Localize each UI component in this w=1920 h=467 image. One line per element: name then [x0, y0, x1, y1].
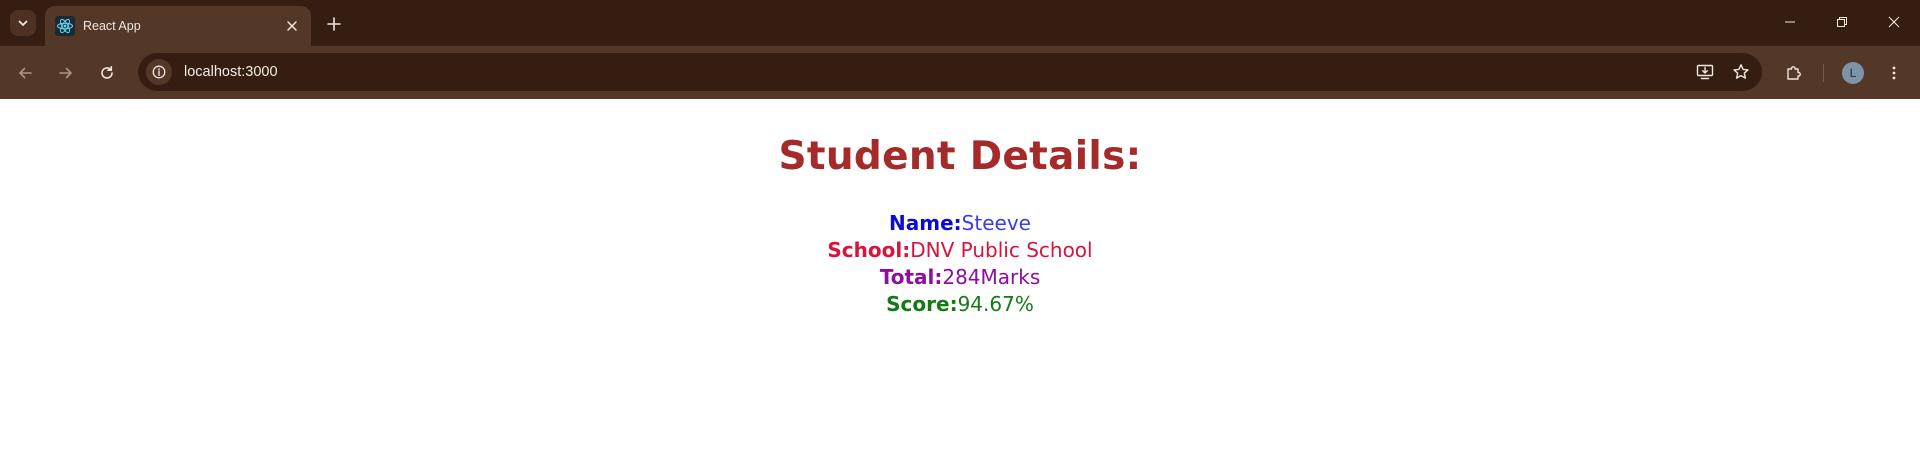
arrow-right-icon [59, 67, 72, 79]
install-app-icon[interactable] [1690, 57, 1720, 87]
total-value: 284Marks [942, 265, 1041, 289]
school-label: School: [827, 238, 911, 262]
close-icon[interactable] [281, 15, 303, 37]
score-label: Score: [886, 292, 958, 316]
name-value: Steeve [961, 211, 1031, 235]
restore-icon [1837, 17, 1847, 27]
new-tab-button[interactable] [322, 12, 346, 36]
restore-button[interactable] [1816, 0, 1868, 44]
tab-title: React App [83, 19, 141, 33]
kebab-menu-icon [1892, 66, 1896, 80]
info-icon[interactable] [146, 59, 172, 85]
page-content: Student Details: Name:Steeve School:DNV … [0, 99, 1920, 467]
browser-chrome: React App localhost:3000 L [0, 0, 1920, 99]
chevron-down-icon [18, 20, 28, 26]
page-title: Student Details: [778, 134, 1142, 179]
arrow-left-icon [19, 67, 32, 79]
toolbar-divider [1823, 64, 1824, 82]
extensions-button[interactable] [1780, 59, 1808, 87]
address-bar[interactable]: localhost:3000 [138, 53, 1762, 91]
back-button[interactable] [11, 59, 39, 87]
school-row: School:DNV Public School [0, 237, 1920, 264]
plus-icon [327, 17, 341, 31]
name-row: Name:Steeve [0, 210, 1920, 237]
score-row: Score:94.67% [0, 291, 1920, 318]
star-icon[interactable] [1726, 57, 1756, 87]
tab-strip: React App [0, 0, 1920, 46]
total-label: Total: [879, 265, 943, 289]
tab-search-button[interactable] [10, 10, 36, 36]
name-label: Name: [889, 211, 962, 235]
reload-button[interactable] [93, 59, 121, 87]
react-logo-icon [55, 16, 75, 36]
forward-button[interactable] [52, 59, 80, 87]
puzzle-icon [1787, 66, 1801, 80]
url-text[interactable]: localhost:3000 [184, 64, 1690, 80]
reload-icon [101, 66, 113, 79]
close-window-button[interactable] [1868, 0, 1920, 44]
profile-button[interactable]: L [1839, 59, 1867, 87]
menu-button[interactable] [1880, 59, 1908, 87]
close-icon [1888, 16, 1900, 28]
toolbar: localhost:3000 L [0, 46, 1920, 99]
total-row: Total:284Marks [0, 264, 1920, 291]
avatar: L [1842, 62, 1864, 84]
tab-react-app[interactable]: React App [45, 6, 311, 46]
minimize-icon [1785, 21, 1795, 23]
window-controls [1764, 0, 1920, 44]
score-value: 94.67% [957, 292, 1034, 316]
minimize-button[interactable] [1764, 0, 1816, 44]
student-details: Name:Steeve School:DNV Public School Tot… [0, 210, 1920, 318]
school-value: DNV Public School [910, 238, 1093, 262]
